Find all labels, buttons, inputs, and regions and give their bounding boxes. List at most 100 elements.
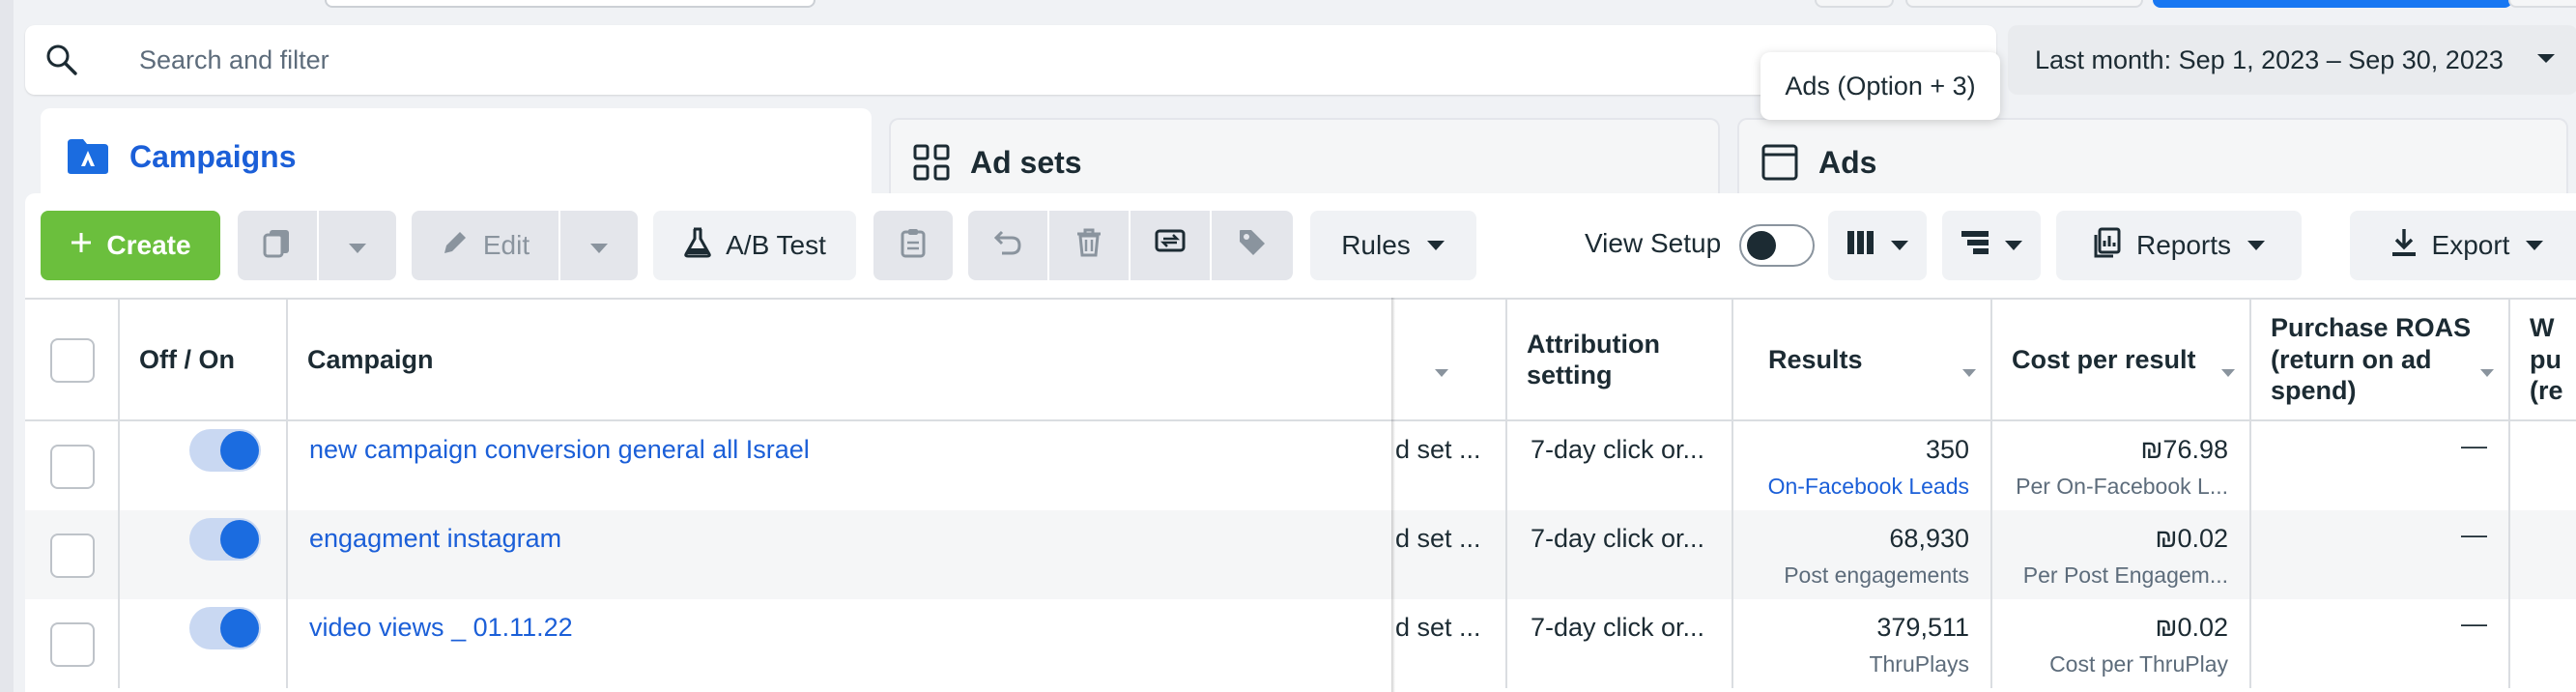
campaigns-panel: Create Edit A/B Test Rules View Setup Re… (25, 193, 2576, 692)
cost-type-text: Per Post Engagem... (2022, 562, 2228, 588)
create-button[interactable]: Create (41, 211, 220, 280)
row-toggle-cell (120, 421, 288, 510)
results-type-link[interactable]: On-Facebook Leads (1768, 474, 1969, 500)
tab-ad-sets-label: Ad sets (970, 144, 1082, 180)
campaigns-table: Off / On Campaign Attribution setting Re… (25, 298, 2576, 692)
roas-cell: — (2251, 599, 2510, 688)
sort-icon (2220, 354, 2236, 385)
tab-campaigns-label: Campaigns (129, 138, 297, 174)
trash-icon (1075, 227, 1102, 265)
tab-ads[interactable]: Ads (1737, 118, 2568, 205)
cost-value: ₪0.02 (2155, 613, 2228, 642)
date-range-picker[interactable]: Last month: Sep 1, 2023 – Sep 30, 2023 (2008, 25, 2576, 95)
ad-set-cell: d set ... (1395, 421, 1507, 510)
header-attribution[interactable]: Attribution setting (1507, 300, 1733, 419)
top-strip (0, 0, 2576, 10)
row-toggle-cell (120, 510, 288, 599)
ad-set-cell: d set ... (1395, 599, 1507, 688)
delete-button[interactable] (1049, 211, 1129, 280)
header-next-column[interactable]: W pu (re (2510, 300, 2576, 419)
sort-icon (2479, 354, 2495, 385)
caret-down-icon (2525, 240, 2544, 251)
export-dropdown[interactable]: Export (2350, 211, 2576, 280)
clipboard-button[interactable] (873, 211, 953, 280)
campaign-name-link[interactable]: new campaign conversion general all Isra… (309, 435, 810, 465)
cost-cell: ₪0.02 Per Post Engagem... (1992, 510, 2251, 599)
flask-icon (683, 227, 712, 265)
duplicate-dropdown-button[interactable] (319, 211, 396, 280)
results-value: 350 (1925, 435, 1969, 464)
view-setup-toggle[interactable] (1739, 224, 1815, 267)
edit-dropdown-button[interactable] (560, 211, 638, 280)
results-value: 379,511 (1876, 613, 1969, 642)
toggle-knob (220, 609, 259, 648)
ad-set-text: d set ... (1395, 524, 1481, 553)
header-campaign[interactable]: Campaign (288, 300, 1448, 419)
cost-value: ₪0.02 (2155, 524, 2228, 553)
header-purchase-roas[interactable]: Purchase ROAS (return on ad spend) (2251, 300, 2510, 419)
download-icon (2390, 227, 2419, 265)
attribution-text: 7-day click or... (1531, 435, 1705, 464)
cost-cell: ₪0.02 Cost per ThruPlay (1992, 599, 2251, 688)
row-checkbox[interactable] (50, 533, 95, 578)
results-type-text: Post engagements (1784, 562, 1969, 588)
row-checkbox[interactable] (50, 445, 95, 489)
header-toggle: Off / On (120, 300, 288, 419)
row-select-cell (25, 421, 120, 510)
edit-button[interactable]: Edit (412, 211, 558, 280)
toggle-knob (1747, 231, 1776, 260)
folder-icon (66, 137, 110, 176)
top-primary-button[interactable] (2153, 0, 2512, 8)
search-input[interactable] (139, 25, 1782, 95)
table-row[interactable]: new campaign conversion general all Isra… (25, 421, 2576, 510)
duplicate-button[interactable] (238, 211, 317, 280)
breakdown-button[interactable] (1942, 211, 2041, 280)
campaign-toggle[interactable] (189, 607, 261, 649)
caret-down-icon (2247, 240, 2266, 251)
campaign-name-link[interactable]: engagment instagram (309, 524, 561, 554)
attribution-text: 7-day click or... (1531, 613, 1705, 642)
results-cell: 379,511 ThruPlays (1733, 599, 1992, 688)
top-button-3[interactable] (2508, 0, 2576, 8)
table-row[interactable]: video views _ 01.11.22 d set ... 7-day c… (25, 599, 2576, 688)
header-ad-set (1395, 300, 1507, 419)
undo-icon (992, 228, 1023, 264)
toggle-knob (220, 520, 259, 559)
tab-campaigns[interactable]: Campaigns (41, 108, 872, 205)
roas-cell: — (2251, 510, 2510, 599)
top-button-2[interactable] (1905, 0, 2143, 8)
campaign-toggle[interactable] (189, 429, 261, 472)
campaign-toggle[interactable] (189, 518, 261, 561)
tag-icon (1237, 227, 1268, 265)
cost-type-text: Cost per ThruPlay (2049, 651, 2228, 677)
row-select-cell (25, 510, 120, 599)
tab-ad-sets[interactable]: Ad sets (889, 118, 1720, 205)
caret-down-icon (1890, 240, 1909, 251)
tag-button[interactable] (1212, 211, 1293, 280)
ad-set-cell: d set ... (1395, 510, 1507, 599)
ab-test-button[interactable]: A/B Test (653, 211, 856, 280)
sort-icon (1961, 354, 1977, 385)
search-icon (44, 43, 79, 82)
undo-button[interactable] (968, 211, 1047, 280)
account-selector[interactable] (325, 0, 816, 8)
top-button-1[interactable] (1815, 0, 1894, 8)
header-cost-per-result[interactable]: Cost per result (1992, 300, 2251, 419)
rules-dropdown[interactable]: Rules (1310, 211, 1476, 280)
swap-button[interactable] (1131, 211, 1210, 280)
swap-icon (1154, 227, 1187, 265)
columns-button[interactable] (1828, 211, 1927, 280)
table-row[interactable]: engagment instagram d set ... 7-day clic… (25, 510, 2576, 599)
tooltip: Ads (Option + 3) (1760, 52, 2000, 120)
cost-type-text: Per On-Facebook L... (2016, 474, 2228, 499)
header-results[interactable]: Results (1733, 300, 1992, 419)
row-checkbox[interactable] (50, 622, 95, 667)
reports-dropdown[interactable]: Reports (2056, 211, 2302, 280)
campaign-name-link[interactable]: video views _ 01.11.22 (309, 613, 573, 643)
report-icon (2092, 227, 2123, 265)
select-all-checkbox[interactable] (50, 338, 95, 383)
search-bar[interactable] (25, 25, 1996, 95)
pencil-icon (441, 228, 470, 264)
header-select-all (25, 300, 120, 419)
view-setup-label: View Setup (1585, 228, 1722, 258)
